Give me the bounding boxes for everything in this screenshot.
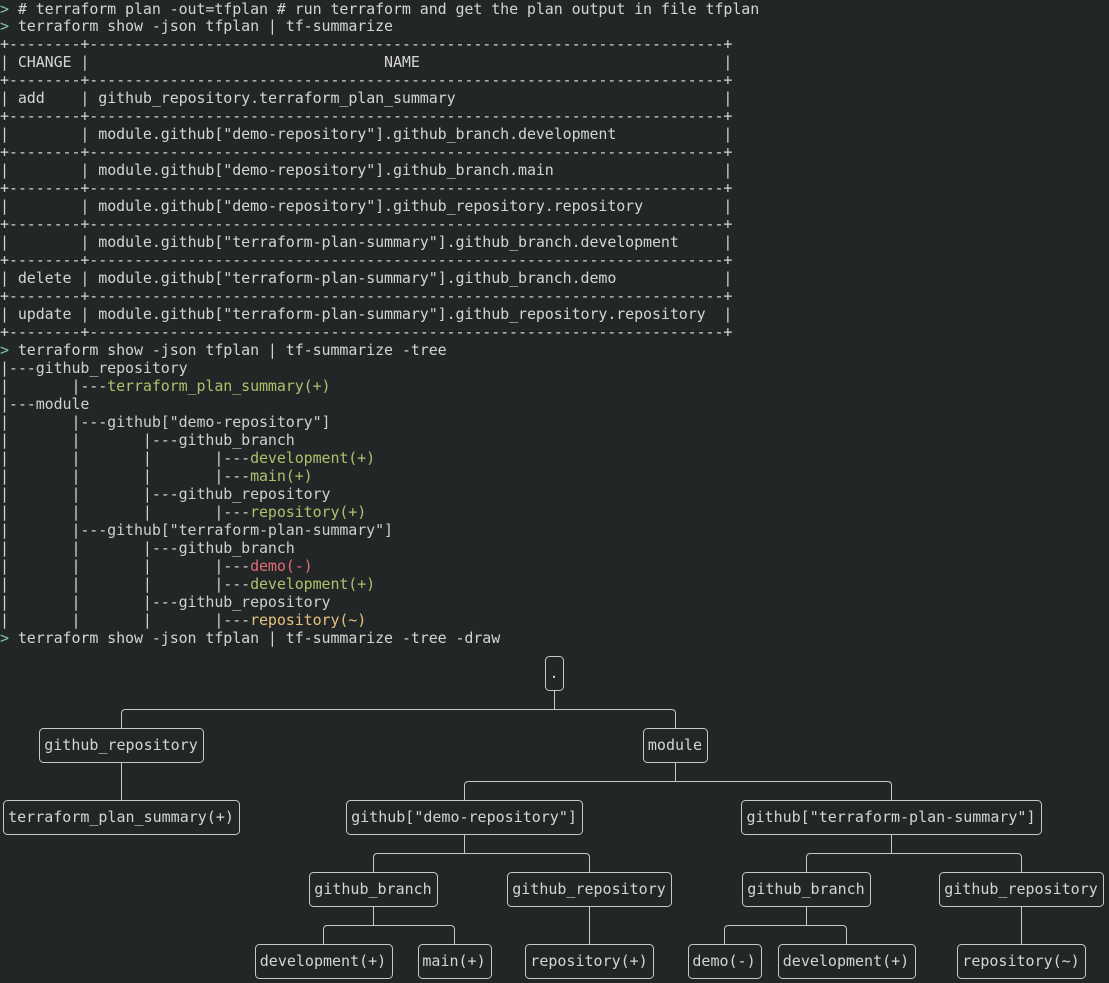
diagram-node-label: development(+) xyxy=(783,952,909,970)
diagram-node-label: github["terraform-plan-summary"] xyxy=(747,808,1036,826)
diagram-node-label: module xyxy=(648,736,702,754)
diagram-node-label: repository(~) xyxy=(962,952,1079,970)
diagram-connector xyxy=(323,906,455,945)
diagram-node-label: main(+) xyxy=(422,952,485,970)
diagram-node-label: github_branch xyxy=(747,880,864,898)
diagram-node-label: . xyxy=(549,664,558,682)
diagram-connector xyxy=(724,906,847,945)
diagram-node-label: demo(-) xyxy=(692,952,755,970)
diagram-connector xyxy=(464,762,892,801)
diagram-connector xyxy=(121,690,676,729)
diagram-connector xyxy=(373,834,590,873)
diagram-node-label: github_repository xyxy=(944,880,1098,898)
tree-diagram: . github_repository module terraform_plan_s… xyxy=(3,656,1104,979)
diagram-node-label: github["demo-repository"] xyxy=(351,808,577,826)
diagram-node-label: terraform_plan_summary(+) xyxy=(8,808,234,826)
diagram-node-label: github_repository xyxy=(44,736,198,754)
diagram-connector xyxy=(806,834,1022,873)
diagram-node-label: github_repository xyxy=(512,880,666,898)
diagram-node-label: github_branch xyxy=(314,880,431,898)
diagram-node-label: development(+) xyxy=(260,952,386,970)
diagram-node-label: repository(+) xyxy=(530,952,647,970)
